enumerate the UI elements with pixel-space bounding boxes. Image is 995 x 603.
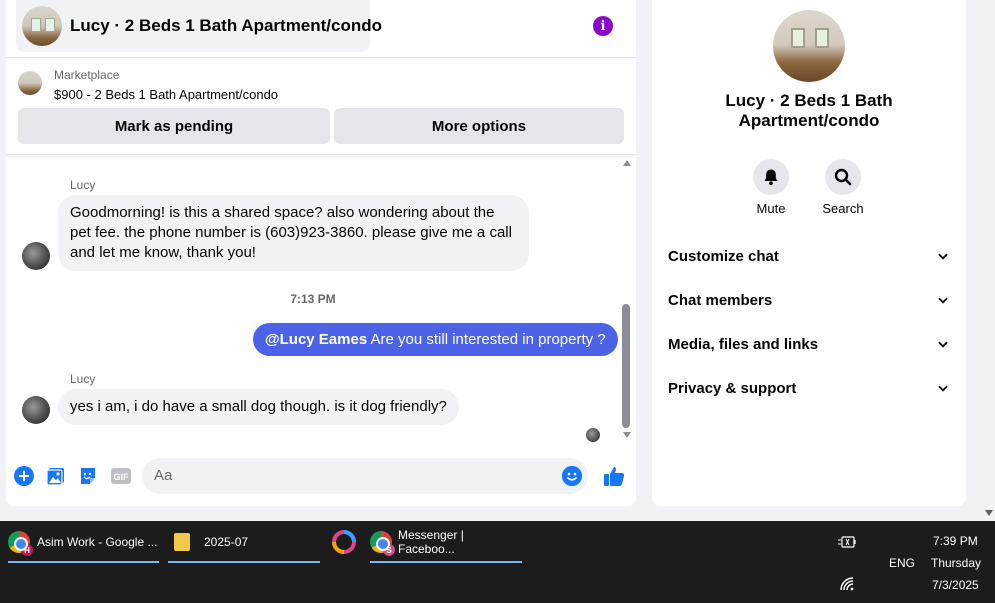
profile-badge: S bbox=[383, 544, 395, 556]
scroll-thumb[interactable] bbox=[622, 304, 630, 428]
bell-icon bbox=[753, 159, 789, 195]
scroll-down-arrow-icon[interactable] bbox=[623, 432, 631, 438]
message-timestamp: 7:13 PM bbox=[290, 292, 336, 306]
search-label: Search bbox=[822, 201, 864, 216]
conversation-info-panel: Lucy · 2 Beds 1 Bath Apartment/condo Mut… bbox=[652, 0, 966, 506]
message-bubble-outgoing[interactable]: @Lucy Eames Are you still interested in … bbox=[253, 323, 618, 356]
chat-members-row[interactable]: Chat members bbox=[652, 278, 966, 322]
message-input[interactable] bbox=[154, 467, 534, 484]
search-button[interactable]: Search bbox=[813, 159, 873, 216]
scroll-up-arrow-icon[interactable] bbox=[623, 160, 631, 166]
clock-day[interactable]: Thursday bbox=[931, 556, 981, 570]
clock-date[interactable]: 7/3/2025 bbox=[932, 578, 979, 592]
row-label: Media, files and links bbox=[668, 335, 819, 353]
mention-link[interactable]: @Lucy Eames bbox=[265, 331, 367, 348]
chevron-down-icon bbox=[938, 339, 948, 349]
conversation-title-chip[interactable]: Lucy · 2 Beds 1 Bath Apartment/condo bbox=[16, 0, 382, 52]
profile-name: Lucy · 2 Beds 1 Bath Apartment/condo bbox=[725, 91, 893, 130]
listing-title[interactable]: $900 - 2 Beds 1 Bath Apartment/condo bbox=[54, 87, 278, 102]
sticker-icon[interactable] bbox=[78, 466, 98, 486]
message-sender: Lucy bbox=[70, 178, 96, 192]
search-icon bbox=[825, 159, 861, 195]
task-label: 2025-07 bbox=[204, 535, 249, 549]
gif-label: GIF bbox=[114, 472, 130, 482]
mute-label: Mute bbox=[756, 201, 786, 216]
page-scroll-down-icon[interactable] bbox=[985, 510, 993, 516]
message-list: Lucy Goodmorning! is this a shared space… bbox=[6, 156, 636, 446]
message-bubble-incoming[interactable]: yes i am, i do have a small dog though. … bbox=[58, 389, 459, 425]
row-label: Customize chat bbox=[668, 247, 779, 265]
mark-as-pending-button[interactable]: Mark as pending bbox=[18, 108, 330, 144]
language-indicator[interactable]: ENG bbox=[889, 556, 915, 570]
profile-badge: H bbox=[21, 544, 33, 556]
chevron-down-icon bbox=[938, 383, 948, 393]
plus-icon[interactable] bbox=[14, 466, 34, 486]
taskbar-item-messenger[interactable]: S Messenger | Faceboo... bbox=[370, 521, 522, 563]
taskbar-item-chrome-work[interactable]: H Asim Work - Google ... bbox=[8, 521, 159, 563]
message-input-container bbox=[142, 458, 588, 494]
profile-avatar[interactable] bbox=[773, 10, 845, 82]
chevron-down-icon bbox=[938, 295, 948, 305]
row-label: Privacy & support bbox=[668, 379, 797, 397]
marketplace-label: Marketplace bbox=[54, 68, 120, 82]
taskbar-item-copilot[interactable] bbox=[332, 521, 358, 563]
conversation-avatar bbox=[22, 6, 62, 46]
chrome-icon: H bbox=[8, 531, 33, 556]
sender-avatar[interactable] bbox=[22, 242, 50, 270]
wifi-icon[interactable] bbox=[840, 577, 856, 596]
more-options-button[interactable]: More options bbox=[334, 108, 624, 144]
info-icon[interactable]: i bbox=[593, 16, 613, 36]
clock-time[interactable]: 7:39 PM bbox=[933, 534, 978, 548]
sender-avatar[interactable] bbox=[22, 396, 50, 424]
message-composer: GIF bbox=[6, 452, 636, 500]
customize-chat-row[interactable]: Customize chat bbox=[652, 234, 966, 278]
task-label: Asim Work - Google ... bbox=[37, 535, 158, 549]
taskbar-item-folder[interactable]: 2025-07 bbox=[168, 521, 320, 563]
chat-header: Lucy · 2 Beds 1 Bath Apartment/condo i bbox=[6, 0, 636, 58]
listing-thumbnail[interactable] bbox=[18, 71, 42, 95]
like-icon[interactable] bbox=[602, 464, 626, 488]
battery-plug-icon[interactable] bbox=[838, 535, 856, 553]
conversation-title: Lucy · 2 Beds 1 Bath Apartment/condo bbox=[70, 16, 383, 35]
chat-panel: Lucy · 2 Beds 1 Bath Apartment/condo i M… bbox=[6, 0, 636, 506]
message-scrollbar[interactable] bbox=[620, 160, 632, 444]
taskbar: H Asim Work - Google ... 2025-07 S Messe… bbox=[0, 521, 995, 603]
marketplace-banner: Marketplace $900 - 2 Beds 1 Bath Apartme… bbox=[6, 59, 636, 155]
gif-icon[interactable]: GIF bbox=[110, 466, 132, 486]
messenger-window: Lucy · 2 Beds 1 Bath Apartment/condo i M… bbox=[0, 0, 995, 603]
message-bubble-incoming[interactable]: Goodmorning! is this a shared space? als… bbox=[58, 195, 529, 271]
read-receipt-avatar bbox=[586, 428, 600, 442]
chrome-icon: S bbox=[370, 531, 395, 556]
mute-button[interactable]: Mute bbox=[741, 159, 801, 216]
task-label: Messenger | Faceboo... bbox=[398, 528, 464, 556]
privacy-support-row[interactable]: Privacy & support bbox=[652, 366, 966, 410]
media-files-links-row[interactable]: Media, files and links bbox=[652, 322, 966, 366]
photo-icon[interactable] bbox=[46, 466, 66, 486]
message-text: Are you still interested in property ? bbox=[367, 331, 606, 348]
chevron-down-icon bbox=[938, 251, 948, 261]
row-label: Chat members bbox=[668, 291, 773, 309]
message-sender: Lucy bbox=[70, 372, 96, 386]
folder-icon bbox=[174, 533, 190, 551]
emoji-icon[interactable] bbox=[562, 466, 582, 486]
copilot-icon bbox=[332, 530, 356, 554]
